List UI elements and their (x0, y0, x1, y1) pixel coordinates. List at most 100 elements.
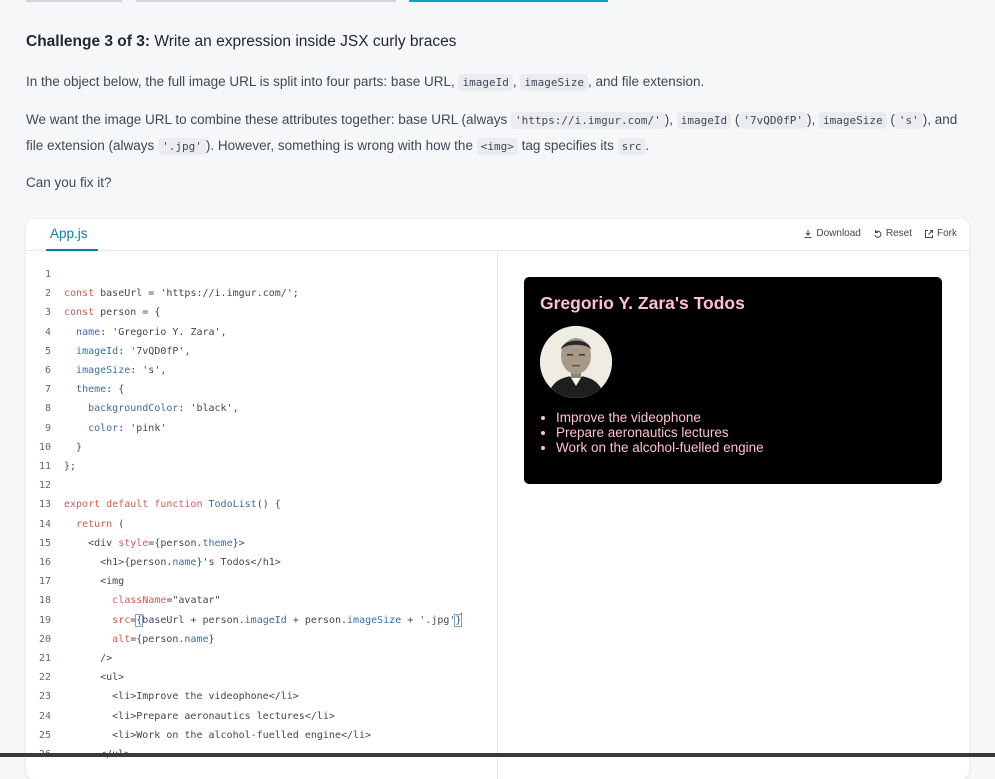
line-code: name: 'Gregorio Y. Zara', (76, 326, 227, 338)
code-line[interactable]: 12 (26, 476, 497, 495)
line-code: backgroundColor: 'black', (88, 403, 239, 415)
line-code: className="avatar" (112, 595, 221, 607)
reset-label: Reset (885, 228, 912, 239)
fork-button[interactable]: Fork (924, 228, 957, 239)
line-number: 17 (38, 576, 51, 588)
p1-text-b: , and file extension. (587, 74, 705, 89)
line-code: const baseUrl = 'https://i.imgur.com/'; (64, 288, 299, 300)
line-number: 11 (38, 461, 51, 472)
download-icon (804, 229, 812, 238)
reset-button[interactable]: Reset (873, 228, 912, 239)
inline-code: <img> (476, 138, 518, 155)
file-tab-app-js[interactable]: App.js (50, 226, 88, 241)
challenge-tabs (0, 0, 995, 3)
inline-code: 's' (894, 112, 923, 129)
code-line[interactable]: 7 theme: { (26, 380, 497, 399)
line-number: 19 (38, 614, 51, 626)
code-line[interactable]: 3 const person = { (26, 303, 497, 322)
download-label: Download (816, 228, 861, 239)
code-line[interactable]: 16 <h1>{person.name}'s Todos</h1> (26, 553, 497, 572)
horizontal-scrollbar[interactable] (0, 753, 995, 757)
line-number: 13 (38, 499, 51, 511)
sandpack-editor: App.js Download Reset Fork 1 2 const baseU… (26, 219, 969, 779)
code-line[interactable]: 13 export default function TodoList() { (26, 495, 497, 514)
code-line[interactable]: 22 <ul> (26, 668, 497, 687)
inline-code: imageId (458, 74, 513, 91)
code-line[interactable]: 15 <div style={person.theme}> (26, 534, 497, 553)
code-line[interactable]: 5 imageId: '7vQD0fP', (26, 342, 497, 361)
p2-text: We want the image URL to combine these a… (26, 112, 508, 127)
list-item: Work on the alcohol-fuelled engine (556, 440, 764, 455)
line-number: 12 (38, 480, 51, 492)
portrait-image (540, 326, 612, 398)
code-line[interactable]: 18 className="avatar" (26, 591, 497, 610)
todo-list: Improve the videophone Prepare aeronauti… (540, 410, 764, 455)
line-number: 1 (44, 269, 51, 280)
challenge-tab-1[interactable] (26, 0, 122, 2)
code-line[interactable]: 4 name: 'Gregorio Y. Zara', (26, 323, 497, 342)
line-code: imageId: '7vQD0fP', (76, 345, 191, 357)
line-number: 18 (38, 595, 51, 607)
line-number: 15 (38, 537, 51, 549)
external-link-icon (925, 229, 933, 238)
line-number: 9 (44, 422, 51, 434)
sandpack-actions: Download Reset Fork (803, 228, 957, 239)
download-button[interactable]: Download (803, 228, 861, 239)
code-line[interactable]: 17 <img (26, 572, 497, 591)
inline-code: imageId (676, 112, 732, 129)
line-code: theme: { (76, 384, 125, 396)
line-code: <h1>{person.name}'s Todos</h1> (64, 557, 281, 568)
line-code: return ( (76, 518, 125, 530)
code-line[interactable]: 14 return ( (26, 515, 497, 534)
line-number: 5 (44, 345, 51, 357)
fork-label: Fork (937, 228, 957, 239)
code-line[interactable]: 8 backgroundColor: 'black', (26, 399, 497, 418)
line-number: 20 (38, 633, 51, 645)
code-line[interactable]: 9 color: 'pink' (26, 419, 497, 438)
line-number: 23 (38, 691, 51, 703)
line-code: /> (64, 653, 113, 664)
inline-code: '7vQD0fP' (739, 112, 807, 129)
code-line[interactable]: 19 src={baseUrl + person.imageId + perso… (26, 611, 497, 630)
line-number: 14 (38, 518, 51, 530)
list-item: Improve the videophone (556, 410, 764, 425)
line-number: 7 (44, 384, 51, 396)
preview-title: Gregorio Y. Zara's Todos (540, 293, 745, 313)
code-line[interactable]: 23 <li>Improve the videophone</li> (26, 687, 497, 706)
paragraph-1: In the object below, the full image URL … (26, 69, 966, 95)
line-number: 21 (38, 653, 51, 664)
challenge-title: Write an expression inside JSX curly bra… (154, 33, 457, 50)
preview-pane: Gregorio Y. Zara's Todos Improve the vid… (524, 277, 942, 484)
code-line[interactable]: 24 <li>Prepare aeronautics lectures</li> (26, 707, 497, 726)
code-line[interactable]: 20 alt={person.name} (26, 630, 497, 649)
line-number: 8 (44, 403, 51, 415)
code-editor[interactable]: 1 2 const baseUrl = 'https://i.imgur.com/'… (26, 251, 498, 779)
line-number: 24 (38, 710, 51, 722)
line-number: 16 (38, 557, 51, 568)
p2-text: . (645, 138, 650, 153)
line-number: 22 (38, 672, 51, 684)
line-number: 6 (44, 365, 51, 376)
sandpack-header: App.js Download Reset Fork (26, 219, 969, 251)
challenge-label: Challenge 3 of 3: (26, 33, 151, 50)
code-line[interactable]: 25 <li>Work on the alcohol-fuelled engin… (26, 726, 497, 745)
p2-text: ), (664, 112, 673, 127)
p2-text: ), (806, 112, 816, 127)
line-code: src={baseUrl + person.imageId + person.i… (112, 612, 463, 627)
line-number: 4 (44, 326, 51, 338)
line-code: alt={person.name} (112, 633, 215, 645)
code-line[interactable]: 21 /> (26, 649, 497, 668)
line-number: 25 (38, 729, 51, 741)
challenge-tab-3[interactable] (409, 0, 608, 2)
code-line[interactable]: 11}; (26, 457, 497, 476)
code-line[interactable]: 6 imageSize: 's', (26, 361, 497, 380)
paragraph-2: We want the image URL to combine these a… (26, 107, 966, 159)
line-code: export default function TodoList() { (64, 499, 281, 511)
code-line[interactable]: 2 const baseUrl = 'https://i.imgur.com/'; (26, 284, 497, 303)
inline-code: imageSize (818, 112, 887, 129)
code-line[interactable]: 1 (26, 265, 497, 284)
challenge-tab-2[interactable] (136, 0, 396, 2)
code-line[interactable]: 10 } (26, 438, 497, 457)
line-code: color: 'pink' (88, 422, 167, 434)
line-code: } (64, 441, 83, 453)
